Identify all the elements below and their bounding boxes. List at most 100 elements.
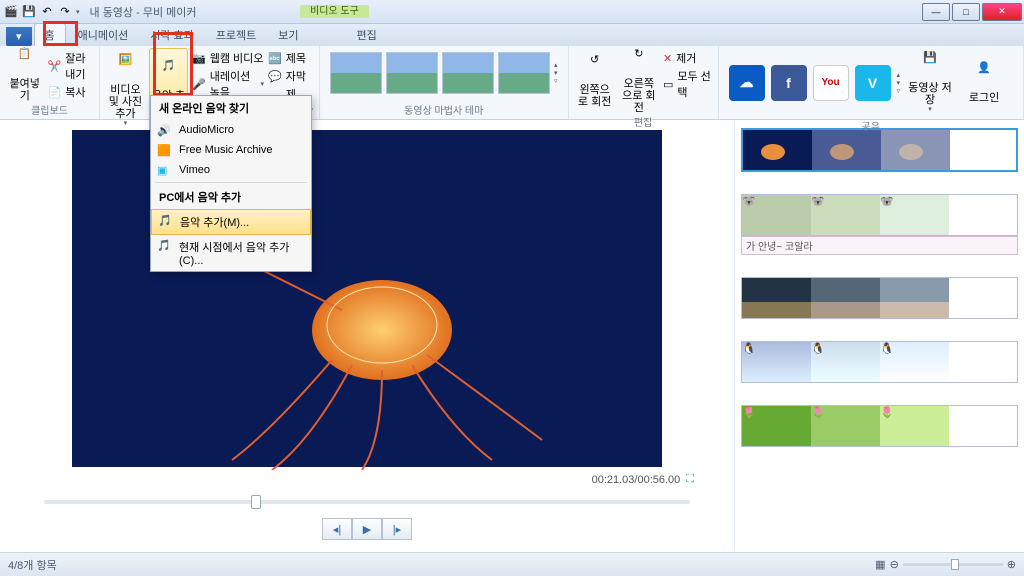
group-label-edit: 편집 bbox=[575, 114, 712, 129]
close-button[interactable]: ✕ bbox=[982, 3, 1022, 21]
tab-project[interactable]: 프로젝트 bbox=[206, 24, 266, 46]
clip-row[interactable]: 🐧 🐧 🐧 bbox=[741, 341, 1018, 383]
clip-row[interactable] bbox=[741, 128, 1018, 172]
cut-button[interactable]: ✂️잘라내기 bbox=[48, 50, 93, 82]
clip-thumb[interactable] bbox=[743, 130, 812, 170]
timeline-pane: 🐨 🐨 🐨 가 안녕~ 코알라 🐧 🐧 🐧 🌷 🌷 bbox=[734, 120, 1024, 550]
clip-thumb[interactable] bbox=[742, 278, 811, 318]
scroll-down-icon[interactable]: ▾ bbox=[554, 69, 558, 77]
signin-button[interactable]: 👤로그인 bbox=[960, 62, 1008, 104]
select-all-button[interactable]: ▭모두 선택 bbox=[663, 68, 712, 100]
tab-animation[interactable]: 애니메이션 bbox=[68, 24, 139, 46]
clip-thumb[interactable]: 🐧 bbox=[880, 342, 949, 382]
thumbnails-view-icon[interactable]: ▦ bbox=[875, 558, 885, 571]
save-movie-button[interactable]: 💾동영상 저장▾ bbox=[906, 52, 954, 114]
quick-access-toolbar: 🎬 💾 ↶ ↷ ▾ bbox=[0, 5, 84, 19]
expand-gallery-icon[interactable]: ▿ bbox=[554, 77, 558, 85]
clip-thumb[interactable]: 🌷 bbox=[742, 406, 811, 446]
dropdown-item-vimeo[interactable]: ▣Vimeo bbox=[151, 160, 311, 180]
status-item-count: 4/8개 항목 bbox=[8, 557, 57, 573]
add-video-photo-button[interactable]: 🖼️ 비디오 및 사진 추가 ▾ bbox=[106, 48, 145, 134]
remove-button[interactable]: ✕제거 bbox=[663, 50, 712, 66]
theme-thumb[interactable] bbox=[386, 52, 438, 94]
clip-thumb[interactable]: 🐨 bbox=[880, 195, 949, 235]
status-bar: 4/8개 항목 ▦ ⊖ ⊕ bbox=[0, 552, 1024, 576]
copy-button[interactable]: 📄복사 bbox=[48, 84, 93, 100]
tab-view[interactable]: 보기 bbox=[268, 24, 308, 46]
theme-thumb[interactable] bbox=[498, 52, 550, 94]
file-menu-icon: ▾ bbox=[16, 30, 22, 43]
clip-row[interactable]: 🐨 🐨 🐨 가 안녕~ 코알라 bbox=[741, 194, 1018, 255]
clip-thumb[interactable]: 🌷 bbox=[880, 406, 949, 446]
zoom-slider-thumb[interactable] bbox=[951, 559, 959, 570]
play-button[interactable]: ▶ bbox=[352, 518, 382, 540]
tab-visual-effects[interactable]: 시각 효과 bbox=[140, 24, 204, 46]
dropdown-item-audiomicro[interactable]: 🔊AudioMicro bbox=[151, 120, 311, 140]
rotate-left-icon: ↺ bbox=[581, 54, 609, 82]
clip-thumb[interactable] bbox=[880, 278, 949, 318]
group-label-themes: 동영상 마법사 테마 bbox=[326, 102, 562, 117]
ribbon-group-edit: ↺왼쪽으로 회전 ↻오른쪽으로 회전 ✕제거 ▭모두 선택 편집 bbox=[569, 46, 719, 119]
onedrive-share-button[interactable]: ☁ bbox=[729, 65, 765, 101]
clip-row[interactable]: 🌷 🌷 🌷 bbox=[741, 405, 1018, 447]
facebook-share-button[interactable]: f bbox=[771, 65, 807, 101]
copy-icon: 📄 bbox=[48, 86, 62, 99]
theme-gallery[interactable]: ▴ ▾ ▿ bbox=[326, 48, 562, 98]
paste-button[interactable]: 📋 붙여넣기 bbox=[6, 48, 44, 102]
clip-row[interactable] bbox=[741, 277, 1018, 319]
theme-thumb[interactable] bbox=[330, 52, 382, 94]
zoom-in-button[interactable]: ⊕ bbox=[1007, 558, 1016, 571]
scroll-down-icon[interactable]: ▾ bbox=[897, 79, 901, 87]
music-note-icon: 🎵 bbox=[158, 214, 172, 228]
signin-icon: 👤 bbox=[970, 62, 998, 90]
save-movie-icon: 💾 bbox=[916, 52, 944, 80]
zoom-out-button[interactable]: ⊖ bbox=[890, 558, 899, 571]
next-frame-button[interactable]: |▸ bbox=[382, 518, 412, 540]
add-music-dropdown: 새 온라인 음악 찾기 🔊AudioMicro 🟧Free Music Arch… bbox=[150, 95, 312, 272]
clip-thumb[interactable]: 🐨 bbox=[742, 195, 811, 235]
scroll-up-icon[interactable]: ▴ bbox=[554, 61, 558, 69]
tab-home[interactable]: 홈 bbox=[34, 23, 66, 46]
expand-gallery-icon[interactable]: ▿ bbox=[897, 87, 901, 95]
ribbon-group-themes: ▴ ▾ ▿ 동영상 마법사 테마 bbox=[320, 46, 569, 119]
qat-dropdown-icon[interactable]: ▾ bbox=[76, 8, 80, 16]
tab-edit[interactable]: 편집 bbox=[347, 24, 387, 46]
youtube-share-button[interactable]: You bbox=[813, 65, 849, 101]
minimize-button[interactable]: — bbox=[922, 3, 950, 21]
clip-thumb[interactable] bbox=[812, 130, 881, 170]
clip-thumb[interactable]: 🐧 bbox=[811, 342, 880, 382]
fma-icon: 🟧 bbox=[157, 144, 171, 158]
music-note-icon: 🎵 bbox=[157, 239, 171, 253]
caption-button[interactable]: 💬자막 bbox=[268, 68, 313, 84]
fullscreen-icon[interactable]: ⛶ bbox=[686, 473, 694, 486]
rotate-left-button[interactable]: ↺왼쪽으로 회전 bbox=[575, 48, 615, 114]
scroll-up-icon[interactable]: ▴ bbox=[897, 71, 901, 79]
slider-thumb[interactable] bbox=[251, 495, 261, 509]
undo-icon[interactable]: ↶ bbox=[40, 5, 54, 19]
clip-thumb[interactable]: 🐧 bbox=[742, 342, 811, 382]
rotate-right-button[interactable]: ↻오른쪽으로 회전 bbox=[619, 48, 659, 114]
zoom-slider[interactable] bbox=[903, 563, 1003, 566]
clip-thumb[interactable]: 🌷 bbox=[811, 406, 880, 446]
clip-thumb[interactable] bbox=[881, 130, 950, 170]
select-all-icon: ▭ bbox=[663, 78, 673, 91]
title-icon: 🔤 bbox=[268, 52, 282, 65]
maximize-button[interactable]: □ bbox=[952, 3, 980, 21]
ribbon-group-share: ☁ f You V ▴ ▾ ▿ 💾동영상 저장▾ 👤로그인 공유 bbox=[719, 46, 1024, 119]
title-button[interactable]: 🔤제목 bbox=[268, 50, 313, 66]
clip-thumb[interactable] bbox=[811, 278, 880, 318]
redo-icon[interactable]: ↷ bbox=[58, 5, 72, 19]
file-tab[interactable]: ▾ bbox=[6, 27, 32, 46]
webcam-video-button[interactable]: 📷웹캠 비디오 bbox=[192, 50, 264, 66]
vimeo-share-button[interactable]: V bbox=[855, 65, 891, 101]
clip-thumb[interactable]: 🐨 bbox=[811, 195, 880, 235]
save-icon[interactable]: 💾 bbox=[22, 5, 36, 19]
dropdown-item-add-music[interactable]: 🎵음악 추가(M)... bbox=[151, 209, 311, 235]
prev-frame-button[interactable]: ◂| bbox=[322, 518, 352, 540]
app-icon: 🎬 bbox=[4, 5, 18, 19]
playback-slider[interactable] bbox=[44, 500, 690, 504]
dropdown-item-add-music-current[interactable]: 🎵현재 시점에서 음악 추가(C)... bbox=[151, 235, 311, 271]
clip-caption[interactable]: 가 안녕~ 코알라 bbox=[741, 236, 1018, 255]
theme-thumb[interactable] bbox=[442, 52, 494, 94]
dropdown-item-fma[interactable]: 🟧Free Music Archive bbox=[151, 140, 311, 160]
